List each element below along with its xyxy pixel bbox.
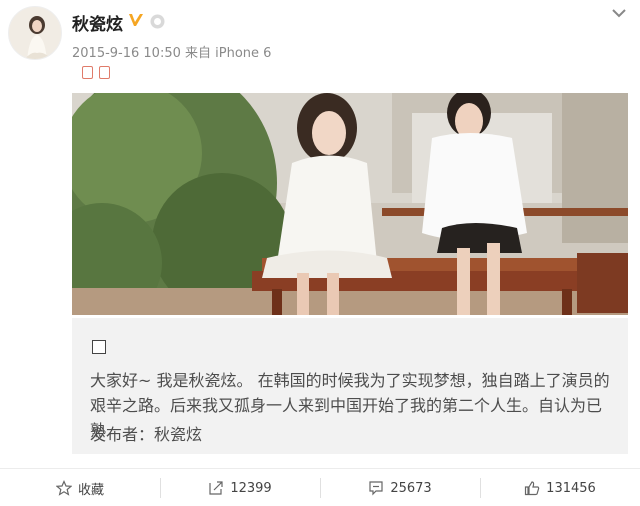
post-card[interactable]: 大家好~ 我是秋瓷炫。 在韩国的时候我为了实现梦想，独自踏上了演员的艰辛之路。后… xyxy=(72,318,628,454)
comment-count: 25673 xyxy=(390,480,432,496)
avatar[interactable] xyxy=(8,6,62,60)
note-icon[interactable] xyxy=(82,66,93,79)
post-header: 秋瓷炫 2015-9-16 10:50 来自 iPhone 6 xyxy=(0,0,640,90)
post-tools xyxy=(82,66,110,79)
favorite-label: 收藏 xyxy=(77,482,104,498)
chevron-down-icon[interactable] xyxy=(610,6,628,20)
comment-button[interactable]: 25673 xyxy=(320,470,480,506)
like-count: 131456 xyxy=(546,480,596,496)
action-bar: 收藏 12399 25673 131456 xyxy=(0,470,640,506)
post-photo[interactable] xyxy=(72,93,628,315)
vip-icon xyxy=(150,14,165,29)
favorite-button[interactable]: 收藏 xyxy=(0,470,160,506)
like-button[interactable]: 131456 xyxy=(480,470,640,506)
repost-count: 12399 xyxy=(230,480,272,496)
star-icon xyxy=(55,480,72,496)
publisher: 发布者：秋瓷炫 xyxy=(90,425,203,444)
copy-icon[interactable] xyxy=(99,66,110,79)
like-icon xyxy=(525,481,540,496)
verified-icon xyxy=(129,14,143,26)
divider xyxy=(0,468,640,469)
username[interactable]: 秋瓷炫 xyxy=(72,10,123,35)
comment-icon xyxy=(369,481,383,496)
repost-button[interactable]: 12399 xyxy=(160,470,320,506)
post-meta: 2015-9-16 10:50 来自 iPhone 6 xyxy=(72,46,272,61)
checkbox[interactable] xyxy=(92,340,106,354)
repost-icon xyxy=(209,481,223,495)
